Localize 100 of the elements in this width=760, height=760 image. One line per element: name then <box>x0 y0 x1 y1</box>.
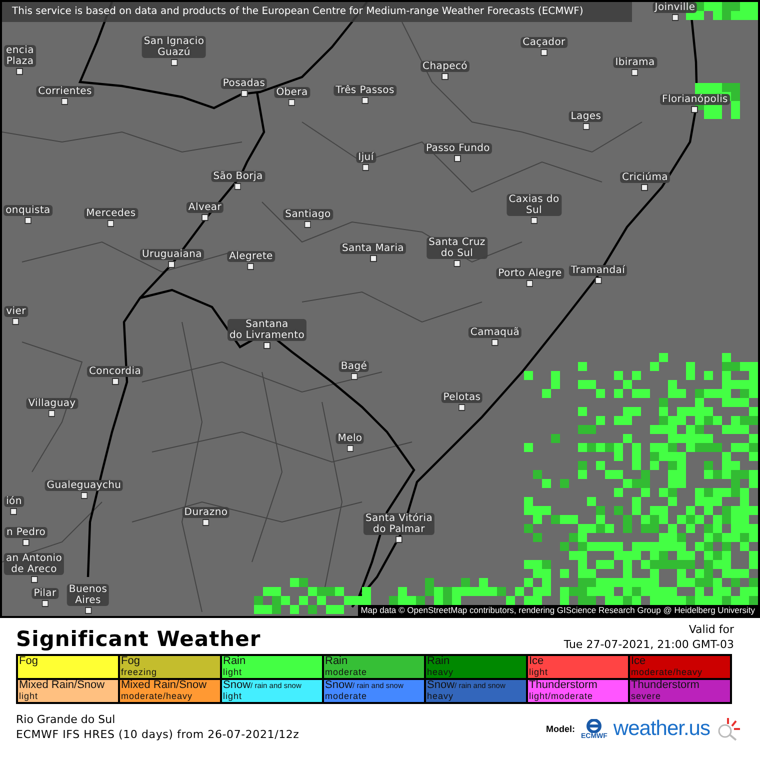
city-label: San Ignacio Guazú <box>142 36 206 58</box>
city-label: Criciúma <box>620 172 670 183</box>
city-label: Florianópolis <box>660 94 730 105</box>
city-marker-icon <box>202 519 210 526</box>
city-marker-icon <box>264 342 270 349</box>
city-marker-icon <box>202 214 208 221</box>
city-marker-icon <box>454 155 462 162</box>
city-label: Tramandaí <box>568 265 628 276</box>
source-banner: This service is based on data and products of the European Centre for Medium-range Weather Forecasts (ECMWF) <box>2 2 632 22</box>
city-marker-icon <box>168 261 176 268</box>
city-label: Passo Fundo <box>424 143 492 154</box>
legend-swatch: Fog freezing <box>119 655 221 679</box>
city-label: Obera <box>274 87 310 98</box>
valid-time: Tue 27-07-2021, 21:00 GMT-03 <box>564 637 734 652</box>
city-marker-icon <box>530 217 538 224</box>
city-marker-icon <box>80 492 88 499</box>
city-marker-icon <box>370 255 376 262</box>
city-marker-icon <box>692 106 698 113</box>
city-marker-icon <box>12 318 20 325</box>
legend-swatch: Thunderstorm light/moderate <box>527 679 629 703</box>
valid-label: Valid for <box>688 622 734 637</box>
sun-magnifier-icon <box>716 716 742 742</box>
city-label: Posadas <box>220 78 268 89</box>
city-label: Bagé <box>338 361 370 372</box>
legend-swatch: Rain heavy <box>425 655 527 679</box>
city-label: Alvear <box>186 202 224 213</box>
map-attribution: Map data © OpenStreetMap contributors, rendering GIScience Research Group @ Heidelberg University <box>358 605 758 616</box>
city-label: Melo <box>336 433 364 444</box>
chart-title: Significant Weather <box>16 626 261 652</box>
city-label: Santiago <box>283 209 333 220</box>
city-marker-icon <box>30 576 38 583</box>
city-marker-icon <box>492 339 498 346</box>
city-marker-icon <box>632 69 638 76</box>
city-label: Gualeguaychu <box>44 480 124 491</box>
city-label: ión <box>4 496 24 507</box>
city-marker-icon <box>442 73 448 80</box>
city-label: Porto Alegre <box>496 268 564 279</box>
city-label: an Antonio de Areco <box>4 553 64 575</box>
city-label: Villaguay <box>26 398 78 409</box>
city-label: Uruguaiana <box>140 249 204 260</box>
city-marker-icon <box>304 221 312 228</box>
city-label: Três Passos <box>334 85 396 96</box>
city-label: Caxias do Sul <box>506 194 562 216</box>
city-marker-icon <box>22 539 30 546</box>
city-marker-icon <box>16 68 24 75</box>
city-label: Corrientes <box>36 86 94 97</box>
city-marker-icon <box>248 263 254 270</box>
city-marker-icon <box>24 217 32 224</box>
city-label: Concordia <box>86 366 144 377</box>
city-label: Lages <box>568 111 604 122</box>
city-marker-icon <box>540 49 548 56</box>
city-marker-icon <box>42 600 48 607</box>
model-label: Model: <box>546 724 575 734</box>
city-label: Ijuí <box>356 152 376 163</box>
city-label: Santa Maria <box>340 243 406 254</box>
city-marker-icon <box>346 445 354 452</box>
city-label: Santa Cruz do Sul <box>426 237 488 259</box>
city-label: Pilar <box>32 588 58 599</box>
city-label: Chapecó <box>420 61 470 72</box>
city-marker-icon <box>454 260 460 267</box>
city-marker-icon <box>234 183 242 190</box>
city-marker-icon <box>10 508 18 515</box>
city-marker-icon <box>362 97 368 104</box>
city-label: Mercedes <box>84 208 138 219</box>
legend-swatch: Fog <box>17 655 119 679</box>
city-marker-icon <box>112 378 118 385</box>
legend-swatch: Rain light <box>221 655 323 679</box>
city-label: Alegrete <box>227 251 275 262</box>
city-marker-icon <box>84 607 92 614</box>
city-label: Camaquã <box>468 327 522 338</box>
city-marker-icon <box>582 123 590 130</box>
brand-logo: weather.us <box>613 717 710 741</box>
city-label: onquista <box>4 205 52 216</box>
city-marker-icon <box>350 373 358 380</box>
city-marker-icon <box>642 184 648 191</box>
city-marker-icon <box>396 536 402 543</box>
city-label: encia Plaza <box>4 45 36 67</box>
legend-swatch: Mixed Rain/Snow light <box>17 679 119 703</box>
city-marker-icon <box>170 59 178 66</box>
city-label: Pelotas <box>441 392 483 403</box>
city-marker-icon <box>108 220 114 227</box>
legend-swatch: Mixed Rain/Snow moderate/heavy <box>119 679 221 703</box>
city-label: Buenos Aires <box>66 584 110 606</box>
city-label: n Pedro <box>4 527 48 538</box>
city-label: Santa Vitória do Palmar <box>363 513 435 535</box>
city-label: Durazno <box>182 507 230 518</box>
city-label: Joinville <box>652 2 698 13</box>
city-marker-icon <box>48 410 56 417</box>
region-name: Rio Grande do Sul <box>16 712 116 727</box>
city-marker-icon <box>526 280 534 287</box>
city-marker-icon <box>594 277 602 284</box>
city-label: Caçador <box>520 37 568 48</box>
city-marker-icon <box>672 14 678 21</box>
city-marker-icon <box>240 90 248 97</box>
model-run: ECMWF IFS HRES (10 days) from 26-07-2021/12z <box>16 727 300 742</box>
city-marker-icon <box>288 99 296 106</box>
city-label: Santana do Livramento <box>227 319 307 341</box>
legend-swatch: Thunderstorm severe <box>629 679 731 703</box>
legend-swatch: Ice light <box>527 655 629 679</box>
city-marker-icon <box>458 404 466 411</box>
